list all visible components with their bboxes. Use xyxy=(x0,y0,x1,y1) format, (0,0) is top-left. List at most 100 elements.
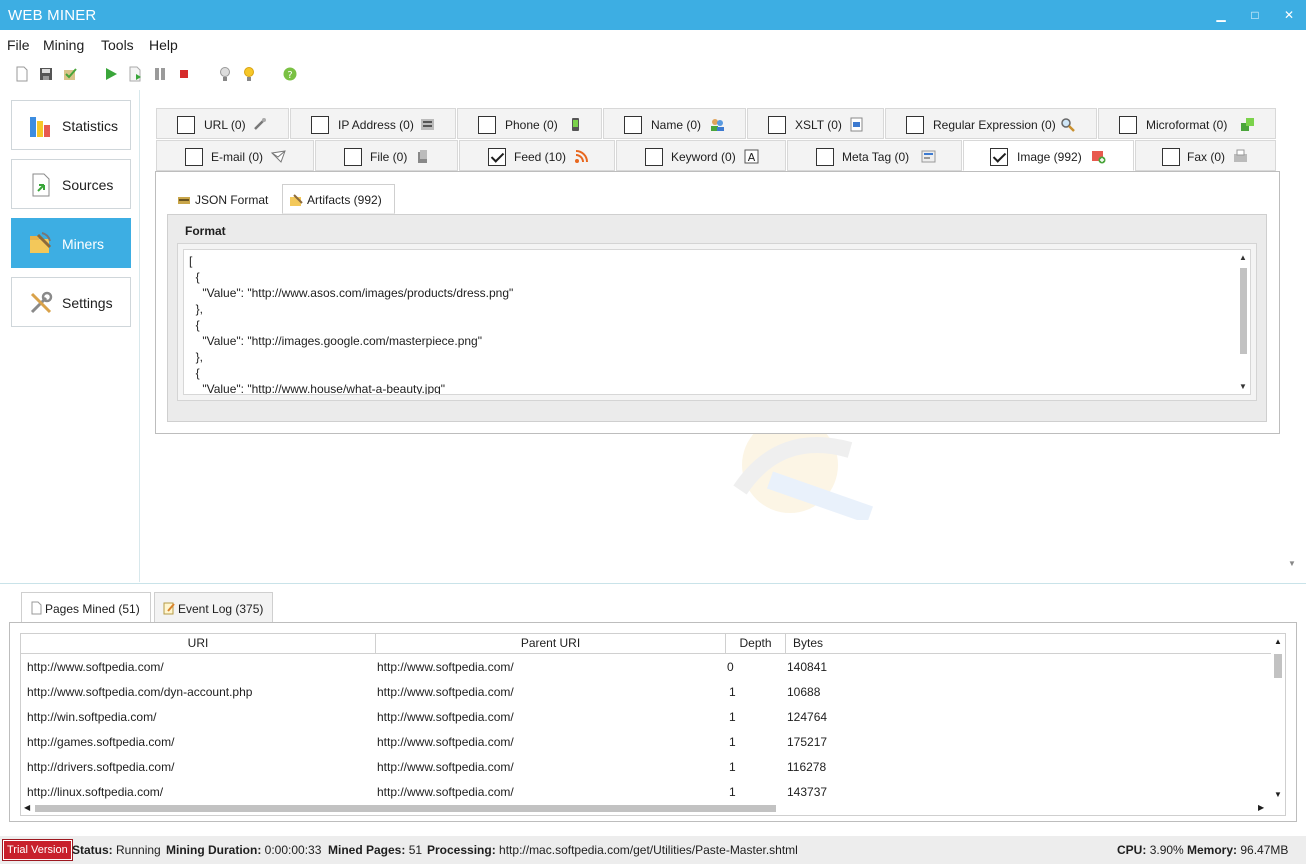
filter-tab-ip-address[interactable]: IP Address (0) xyxy=(290,108,456,139)
grid-horizontal-scrollbar[interactable]: ◀ ▶ xyxy=(21,801,1285,815)
filter-tab-microformat[interactable]: Microformat (0) xyxy=(1098,108,1276,139)
grid-header: URI Parent URI Depth Bytes xyxy=(21,634,1273,654)
mined-pages: Mined Pages: 51 xyxy=(328,843,422,857)
phone-checkbox[interactable] xyxy=(478,116,496,134)
close-button[interactable]: ✕ xyxy=(1272,0,1306,30)
cell-bytes: 175217 xyxy=(787,735,828,749)
scroll-left-arrow-icon[interactable]: ◀ xyxy=(24,803,30,812)
lightbulb-off-icon[interactable] xyxy=(217,66,233,82)
scroll-up-arrow-icon[interactable]: ▲ xyxy=(1239,253,1247,262)
sidebar-item-settings[interactable]: Settings xyxy=(11,277,131,327)
pause-icon[interactable] xyxy=(152,66,168,82)
meta-tag-checkbox[interactable] xyxy=(816,148,834,166)
format-legend: Format xyxy=(185,224,226,238)
memory-usage: Memory: 96.47MB xyxy=(1187,843,1288,857)
scroll-down-arrow-icon[interactable]: ▼ xyxy=(1274,790,1282,799)
menu-file[interactable]: File xyxy=(7,37,30,53)
filter-tab-name[interactable]: Name (0) xyxy=(603,108,746,139)
ip-address-checkbox[interactable] xyxy=(311,116,329,134)
tab-label: Artifacts (992) xyxy=(307,193,382,207)
minimize-button[interactable]: ▁ xyxy=(1204,0,1238,30)
url-checkbox[interactable] xyxy=(177,116,195,134)
filter-tab-phone[interactable]: Phone (0) xyxy=(457,108,602,139)
xslt-checkbox[interactable] xyxy=(768,116,786,134)
bar-chart-icon xyxy=(30,117,50,137)
filter-tab-xslt[interactable]: XSLT (0) xyxy=(747,108,884,139)
filter-tab-feed[interactable]: Feed (10) xyxy=(459,140,615,171)
scroll-thumb[interactable] xyxy=(1240,268,1247,354)
sidebar-item-statistics[interactable]: Statistics xyxy=(11,100,131,150)
table-row[interactable]: http://www.softpedia.com/ http://www.sof… xyxy=(21,654,1273,679)
json-vertical-scrollbar[interactable]: ▲ ▼ xyxy=(1236,250,1250,394)
keyword-checkbox[interactable] xyxy=(645,148,663,166)
svg-text:A: A xyxy=(748,151,756,164)
menu-tools[interactable]: Tools xyxy=(101,37,134,53)
save-icon[interactable] xyxy=(38,66,54,82)
filter-tab-keyword[interactable]: Keyword (0) A xyxy=(616,140,786,171)
scroll-down-arrow-icon[interactable]: ▼ xyxy=(1239,382,1247,391)
filter-label: Microformat (0) xyxy=(1146,118,1228,132)
menu-mining[interactable]: Mining xyxy=(43,37,84,53)
magnifier-icon xyxy=(1061,118,1075,132)
scroll-thumb[interactable] xyxy=(1274,654,1282,678)
email-checkbox[interactable] xyxy=(185,148,203,166)
lightbulb-on-icon[interactable] xyxy=(241,66,257,82)
status-bar: Trial Version Status: Running Mining Dur… xyxy=(0,836,1306,864)
trial-version-badge[interactable]: Trial Version xyxy=(2,839,73,861)
column-header-parent-uri[interactable]: Parent URI xyxy=(376,634,726,654)
fax-checkbox[interactable] xyxy=(1162,148,1180,166)
play-document-icon[interactable] xyxy=(127,66,143,82)
column-header-uri[interactable]: URI xyxy=(21,634,376,654)
mined-pages-label: Mined Pages: xyxy=(328,843,406,857)
memory-value: 96.47MB xyxy=(1240,843,1289,857)
image-checkbox[interactable] xyxy=(990,148,1008,166)
scroll-right-arrow-icon[interactable]: ▶ xyxy=(1258,803,1264,812)
cell-depth: 1 xyxy=(729,685,736,699)
cell-uri: http://www.softpedia.com/ xyxy=(27,660,164,674)
tab-event-log[interactable]: Event Log (375) xyxy=(154,592,273,623)
column-header-bytes[interactable]: Bytes xyxy=(786,634,1273,654)
microformat-checkbox[interactable] xyxy=(1119,116,1137,134)
cpu-label: CPU: xyxy=(1117,843,1147,857)
menu-help[interactable]: Help xyxy=(149,37,178,53)
sidebar-item-miners[interactable]: Miners xyxy=(11,218,131,268)
feed-checkbox[interactable] xyxy=(488,148,506,166)
filter-tab-file[interactable]: File (0) xyxy=(315,140,458,171)
regular-expression-checkbox[interactable] xyxy=(906,116,924,134)
new-document-icon[interactable] xyxy=(14,66,30,82)
scroll-up-arrow-icon[interactable]: ▲ xyxy=(1274,637,1282,646)
json-output-frame: [ { "Value": "http://www.asos.com/images… xyxy=(177,243,1257,401)
filter-tab-email[interactable]: E-mail (0) xyxy=(156,140,314,171)
filter-tab-regular-expression[interactable]: Regular Expression (0) xyxy=(885,108,1097,139)
filter-tab-meta-tag[interactable]: Meta Tag (0) xyxy=(787,140,962,171)
play-icon[interactable] xyxy=(103,66,119,82)
save-check-icon[interactable] xyxy=(62,66,78,82)
scroll-thumb[interactable] xyxy=(35,805,776,812)
filter-tab-fax[interactable]: Fax (0) xyxy=(1135,140,1276,171)
tab-artifacts[interactable]: Artifacts (992) xyxy=(282,184,395,214)
sidebar-item-sources[interactable]: Sources xyxy=(11,159,131,209)
folder-pickaxe-icon xyxy=(290,194,303,206)
content-scroll-down-arrow-icon[interactable]: ▼ xyxy=(1288,559,1296,568)
filter-label: Phone (0) xyxy=(505,118,558,132)
filter-label: Feed (10) xyxy=(514,150,567,164)
table-row[interactable]: http://www.softpedia.com/dyn-account.php… xyxy=(21,679,1273,704)
name-checkbox[interactable] xyxy=(624,116,642,134)
image-miner-panel: JSON Format Artifacts (992) Format [ { "… xyxy=(155,171,1280,434)
column-header-depth[interactable]: Depth xyxy=(726,634,786,654)
table-row[interactable]: http://win.softpedia.com/ http://www.sof… xyxy=(21,704,1273,729)
file-checkbox[interactable] xyxy=(344,148,362,166)
stop-icon[interactable] xyxy=(176,66,192,82)
tab-json-format[interactable]: JSON Format xyxy=(170,184,280,214)
filter-tab-image[interactable]: Image (992) xyxy=(963,140,1134,171)
maximize-button[interactable]: □ xyxy=(1238,0,1272,30)
splitter[interactable] xyxy=(0,583,1306,584)
json-output-textarea[interactable]: [ { "Value": "http://www.asos.com/images… xyxy=(183,249,1251,395)
table-row[interactable]: http://drivers.softpedia.com/ http://www… xyxy=(21,754,1273,779)
tab-pages-mined[interactable]: Pages Mined (51) xyxy=(21,592,151,623)
filter-tab-url[interactable]: URL (0) xyxy=(156,108,289,139)
people-icon xyxy=(711,119,724,131)
grid-vertical-scrollbar[interactable]: ▲ ▼ xyxy=(1271,634,1285,801)
table-row[interactable]: http://games.softpedia.com/ http://www.s… xyxy=(21,729,1273,754)
help-icon[interactable]: ? xyxy=(282,66,298,82)
